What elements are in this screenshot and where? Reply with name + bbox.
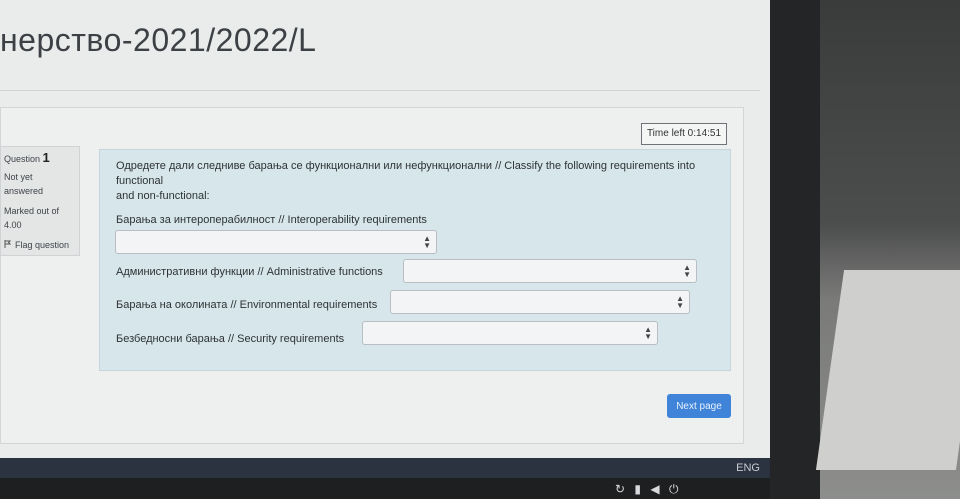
volume-icon[interactable]: ◀ — [650, 482, 662, 496]
network-icon[interactable]: ▮ — [634, 482, 644, 496]
flag-question-label: Flag question — [15, 240, 70, 250]
chevron-updown-icon: ▲ ▼ — [683, 263, 691, 279]
question-info-panel: Question 1 Not yet answered Marked out o… — [0, 146, 80, 256]
question-state: Not yet answered — [4, 172, 44, 196]
question-prompt-line-1: Одредете дали следниве барања се функцио… — [116, 160, 696, 187]
flag-question-link[interactable]: Flag question — [4, 238, 69, 252]
question-prompt-line-2: and non-functional: — [116, 190, 210, 202]
language-indicator[interactable]: ENG — [736, 458, 760, 478]
system-tray-icons: ↻ ▮ ◀ ⏻ — [615, 482, 681, 497]
select-security[interactable]: ▲ ▼ — [362, 321, 658, 345]
question-number-value: 1 — [42, 150, 50, 165]
question-prompt: Одредете дали следниве барања се функцио… — [116, 159, 716, 204]
chevron-updown-icon: ▲ ▼ — [676, 294, 684, 310]
header-divider — [0, 90, 760, 91]
power-icon[interactable]: ⏻ — [669, 482, 682, 496]
question-number: Question 1 — [4, 151, 50, 166]
row-label-administrative: Административни функции // Administrativ… — [116, 266, 383, 278]
monitor-bezel-right — [770, 0, 820, 499]
chevron-updown-icon: ▲ ▼ — [644, 325, 652, 341]
select-administrative[interactable]: ▲ ▼ — [403, 259, 697, 283]
refresh-icon[interactable]: ↻ — [615, 482, 628, 496]
row-label-security: Безбедносни барања // Security requireme… — [116, 333, 345, 345]
next-page-button[interactable]: Next page — [667, 394, 731, 418]
quiz-timer: Time left 0:14:51 — [641, 123, 727, 145]
flag-icon — [4, 238, 12, 252]
taskbar: ENG — [0, 458, 770, 478]
chevron-updown-icon: ▲ ▼ — [423, 234, 431, 250]
question-grade: Marked out of 4.00 — [4, 206, 60, 230]
course-title: нерство-2021/2022/L — [0, 22, 317, 58]
browser-screen: нерство-2021/2022/L Time left 0:14:51 Qu… — [0, 0, 770, 465]
question-formulation: Одредете дали следниве барања се функцио… — [99, 149, 731, 371]
row-label-environmental: Барања на околината // Environmental req… — [116, 299, 378, 311]
row-label-interoperability: Барања за интероперабилност // Interoper… — [116, 214, 427, 226]
select-environmental[interactable]: ▲ ▼ — [390, 290, 690, 314]
monitor-bezel-bottom — [0, 478, 820, 499]
select-interoperability[interactable]: ▲ ▼ — [115, 230, 437, 254]
question-number-label: Question — [4, 154, 41, 164]
